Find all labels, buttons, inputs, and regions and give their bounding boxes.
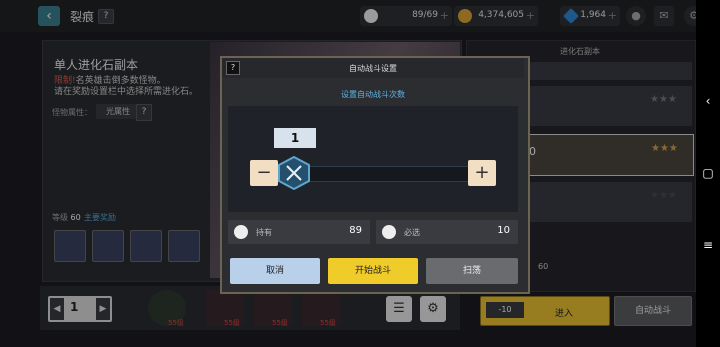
count-slider-track[interactable] <box>296 166 470 182</box>
nav-back-icon[interactable]: ‹ <box>700 94 716 108</box>
owned-stamina: 持有 89 <box>228 220 370 244</box>
increase-button[interactable]: + <box>468 160 496 186</box>
sweep-button[interactable]: 扫荡 <box>426 258 518 284</box>
count-display: 1 <box>274 128 316 148</box>
nav-recents-icon[interactable]: ≡ <box>700 238 716 252</box>
dialog-title: 自动战斗设置 <box>349 64 397 73</box>
dialog-subtitle: 设置自动战斗次数 <box>341 90 405 99</box>
cup-icon <box>382 225 396 239</box>
count-selector <box>228 106 518 212</box>
cancel-button[interactable]: 取消 <box>230 258 320 284</box>
decrease-button[interactable]: − <box>250 160 278 186</box>
start-battle-button[interactable]: 开始战斗 <box>328 258 418 284</box>
crossed-swords-slider-knob[interactable] <box>278 156 310 190</box>
required-stamina: 必选 10 <box>376 220 518 244</box>
nav-home-icon[interactable]: ▢ <box>700 166 716 180</box>
cup-icon <box>234 225 248 239</box>
